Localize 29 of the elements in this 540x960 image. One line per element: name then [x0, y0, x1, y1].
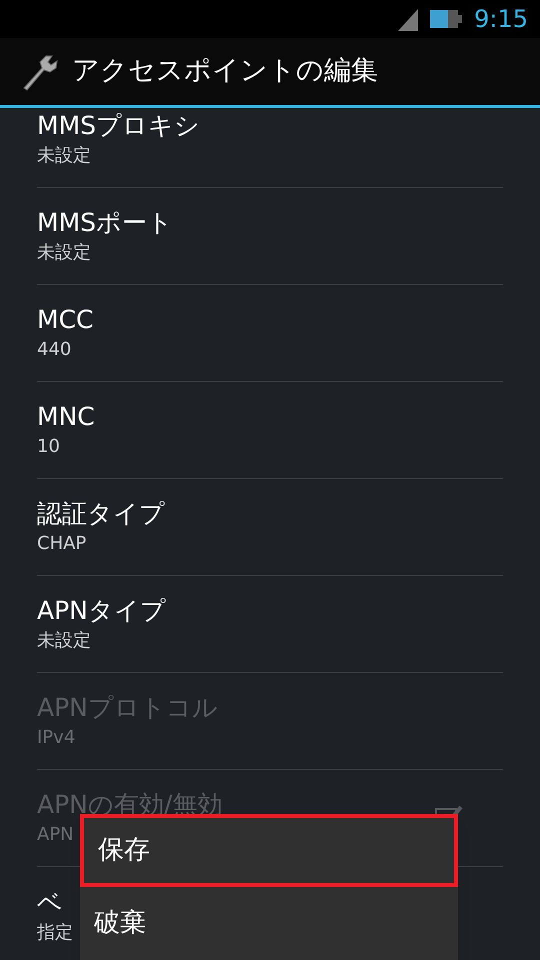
- battery-icon: [430, 10, 462, 28]
- signal-icon: [396, 7, 418, 31]
- settings-row[interactable]: MCC 440: [37, 285, 503, 382]
- setting-title: APNタイプ: [37, 595, 166, 627]
- setting-summary: 指定: [37, 920, 73, 944]
- menu-item[interactable]: 破棄: [80, 887, 458, 960]
- settings-row[interactable]: MMSポート 未設定: [37, 188, 503, 285]
- setting-summary: APN: [37, 823, 75, 847]
- settings-row[interactable]: 認証タイプ CHAP: [37, 479, 503, 576]
- setting-title: MNC: [37, 401, 95, 433]
- setting-title: MMSポート: [37, 207, 174, 239]
- setting-summary: 10: [37, 435, 61, 459]
- setting-title: APNプロトコル: [37, 692, 218, 724]
- setting-summary: CHAP: [37, 532, 88, 556]
- setting-summary: 未設定: [37, 241, 92, 265]
- clock: 9:15: [474, 4, 528, 35]
- setting-summary: 未設定: [37, 144, 92, 168]
- menu-item[interactable]: 保存: [80, 814, 458, 887]
- setting-title: MMSプロキシ: [37, 110, 200, 142]
- settings-row[interactable]: MNC 10: [37, 382, 503, 479]
- setting-title: ベ: [37, 886, 64, 918]
- settings-row[interactable]: APNタイプ 未設定: [37, 576, 503, 673]
- setting-summary: 未設定: [37, 629, 92, 653]
- screen-title: アクセスポイントの編集: [72, 54, 378, 88]
- setting-summary: 440: [37, 338, 72, 362]
- setting-title: 認証タイプ: [37, 498, 165, 530]
- setting-title: MCC: [37, 304, 94, 336]
- settings-row[interactable]: MMSプロキシ 未設定: [37, 108, 503, 188]
- setting-summary: IPv4: [37, 726, 76, 750]
